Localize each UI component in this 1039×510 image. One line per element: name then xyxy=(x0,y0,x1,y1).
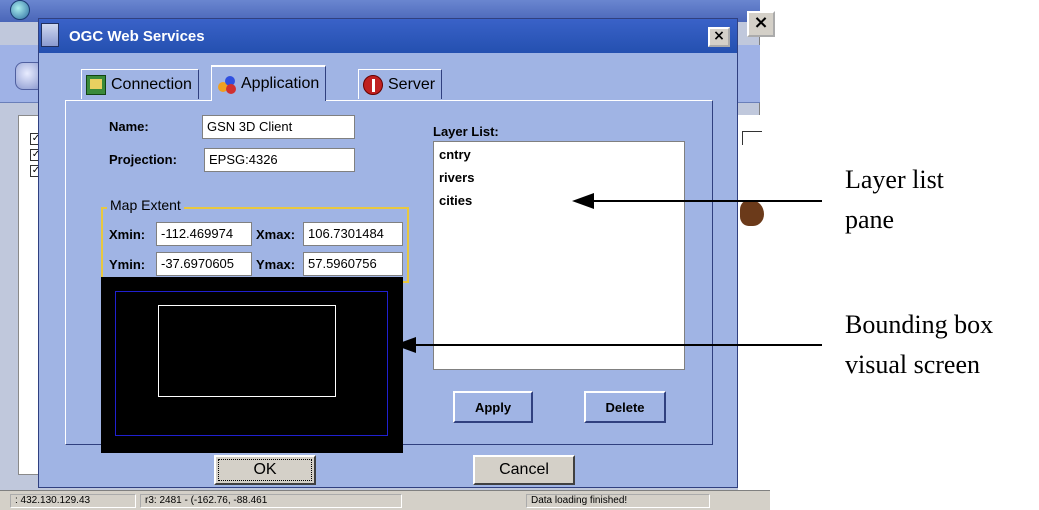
connection-icon xyxy=(86,74,106,95)
bounding-box-screen[interactable] xyxy=(101,277,403,453)
bbox-selection-rect[interactable] xyxy=(158,305,336,397)
xmax-field[interactable]: 106.7301484 xyxy=(303,222,403,246)
annotation-bbox-line2: visual screen xyxy=(845,350,981,379)
ogc-web-services-dialog: OGC Web Services × Connection Applicatio… xyxy=(38,18,738,488)
bbox-arrow-line xyxy=(415,344,822,346)
tab-label: Server xyxy=(388,75,436,93)
ymin-label: Ymin: xyxy=(109,257,146,272)
tab-label: Connection xyxy=(111,75,192,93)
ymax-label: Ymax: xyxy=(256,257,296,272)
tab-connection[interactable]: Connection xyxy=(81,69,199,99)
projection-field[interactable]: EPSG:4326 xyxy=(204,148,355,172)
dialog-titlebar: OGC Web Services × xyxy=(39,19,737,53)
map-extent-legend: Map Extent xyxy=(107,197,184,213)
projection-label: Projection: xyxy=(109,152,177,167)
ok-button[interactable]: OK xyxy=(214,455,316,485)
application-icon xyxy=(216,74,236,94)
xmin-label: Xmin: xyxy=(109,227,146,242)
list-item[interactable]: rivers xyxy=(439,170,474,185)
tab-server[interactable]: Server xyxy=(358,69,443,99)
annotation-layer-list-line1: Layer list xyxy=(845,165,944,194)
compass-icon xyxy=(742,131,762,145)
layer-list-arrow-line xyxy=(592,200,822,202)
arrow-head-icon xyxy=(394,337,416,353)
name-label: Name: xyxy=(109,119,149,134)
annotation-layer-list-line2: pane xyxy=(845,205,895,234)
status-bar: : 432.130.129.43 r3: 2481 - (-162.76, -8… xyxy=(0,490,770,510)
tab-label: Application xyxy=(241,75,320,92)
layer-list-title: Layer List: xyxy=(433,124,499,139)
name-field[interactable]: GSN 3D Client xyxy=(202,115,355,139)
delete-button[interactable]: Delete xyxy=(584,391,666,423)
server-icon xyxy=(363,74,383,95)
window-icon xyxy=(41,23,59,47)
status-ip: : 432.130.129.43 xyxy=(10,494,136,508)
cancel-button[interactable]: Cancel xyxy=(473,455,575,485)
background-map-view xyxy=(738,115,766,490)
apply-button[interactable]: Apply xyxy=(453,391,533,423)
xmin-field[interactable]: -112.469974 xyxy=(156,222,252,246)
dialog-close-button[interactable]: × xyxy=(708,27,730,47)
annotation-bbox-line1: Bounding box xyxy=(845,310,994,339)
background-close-button[interactable]: × xyxy=(747,11,775,37)
xmax-label: Xmax: xyxy=(256,227,296,242)
dialog-title: OGC Web Services xyxy=(69,28,205,45)
ymin-field[interactable]: -37.6970605 xyxy=(156,252,252,276)
ymax-field[interactable]: 57.5960756 xyxy=(303,252,403,276)
map-land-shape xyxy=(740,200,764,226)
list-item[interactable]: cntry xyxy=(439,147,471,162)
list-item[interactable]: cities xyxy=(439,193,472,208)
arrow-head-icon xyxy=(572,193,594,209)
layer-list-pane[interactable]: cntry rivers cities xyxy=(433,141,685,370)
status-message: Data loading finished! xyxy=(526,494,710,508)
status-coordinates: r3: 2481 - (-162.76, -88.461 xyxy=(140,494,402,508)
globe-icon xyxy=(10,0,30,20)
tab-application[interactable]: Application xyxy=(211,65,327,101)
